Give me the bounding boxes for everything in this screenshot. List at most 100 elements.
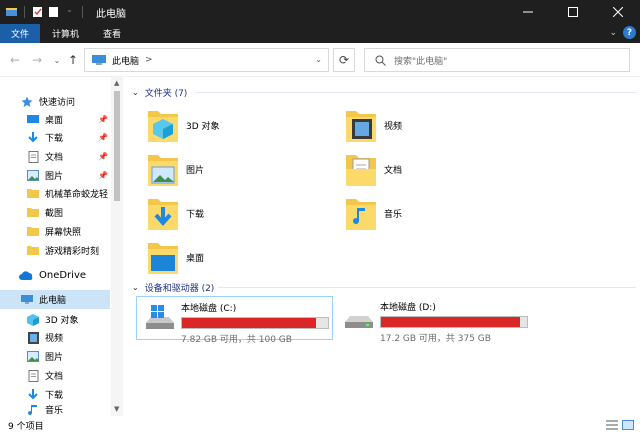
picture-icon: [146, 149, 180, 189]
navigation-bar: ← → ⌄ ↑ 此电脑 > ⌄ ⟳ 搜索"此电脑": [0, 43, 640, 77]
pin-icon[interactable]: 📌: [98, 171, 108, 180]
content-pane: ⌄ 文件夹 (7) 3D 对象 视频 图片 文档 下载 音乐 桌面 ⌄ 设备和驱…: [126, 77, 640, 416]
sidebar-item-documents[interactable]: 文档 📌: [0, 147, 110, 166]
sidebar-item-downloads-pc[interactable]: 下载: [0, 385, 110, 404]
sidebar-item-label: 文档: [45, 153, 64, 163]
cloud-icon: [19, 270, 33, 282]
sidebar-item-this-pc[interactable]: 此电脑: [0, 290, 110, 309]
sidebar-item-quick-access[interactable]: 快速访问: [0, 92, 110, 111]
window-controls: [505, 0, 640, 24]
window-title: 此电脑: [96, 8, 126, 20]
folder-label: 图片: [186, 165, 205, 176]
collapse-chevron-icon[interactable]: ⌄: [132, 283, 139, 292]
folder-videos[interactable]: 视频: [344, 105, 402, 145]
title-bar: ⁼ 此电脑: [0, 0, 640, 24]
quick-access-toolbar: ⁼: [0, 6, 86, 18]
scroll-down-icon[interactable]: ▼: [114, 405, 119, 413]
address-dropdown-icon[interactable]: ⌄: [315, 55, 322, 64]
download-icon: [146, 193, 180, 233]
breadcrumb-chevron-icon[interactable]: >: [145, 55, 153, 65]
folder-label: 视频: [384, 121, 403, 132]
music-icon: [27, 404, 39, 416]
recent-locations-chevron-icon[interactable]: ⌄: [50, 53, 64, 67]
sidebar-item-pictures-pc[interactable]: 图片: [0, 347, 110, 366]
details-view-icon[interactable]: [606, 419, 618, 431]
navigation-pane: 快速访问 桌面 📌 下载 📌 文档 📌 图片 📌 机械革命蛟龙轻 截图 屏幕快照…: [0, 77, 124, 416]
sidebar-item-folder-mechrevo[interactable]: 机械革命蛟龙轻: [0, 184, 110, 203]
pin-icon[interactable]: 📌: [98, 152, 108, 161]
explorer-app-icon[interactable]: [5, 6, 18, 18]
sidebar-item-onedrive[interactable]: OneDrive: [0, 266, 110, 285]
breadcrumb[interactable]: 此电脑: [112, 54, 139, 67]
pin-icon[interactable]: 📌: [98, 115, 108, 124]
customize-toolbar-icon[interactable]: ⁼: [63, 6, 76, 18]
status-bar: 9 个项目: [0, 416, 640, 435]
sidebar-item-folder-screen-snaps[interactable]: 屏幕快照: [0, 222, 110, 241]
expand-ribbon-icon[interactable]: ⌄: [609, 28, 617, 38]
sidebar-item-folder-game-highlights[interactable]: 游戏精彩时刻: [0, 241, 110, 260]
sidebar-item-3d-objects[interactable]: 3D 对象: [0, 310, 110, 329]
collapse-chevron-icon[interactable]: ⌄: [132, 88, 139, 97]
drive-d[interactable]: 本地磁盘 (D:) 17.2 GB 可用，共 375 GB: [336, 296, 536, 344]
drives-group-header[interactable]: ⌄ 设备和驱动器 (2): [132, 281, 214, 294]
drive-c[interactable]: 本地磁盘 (C:) 7.82 GB 可用，共 100 GB: [136, 296, 333, 345]
video-icon: [27, 331, 39, 344]
sidebar-scroll-thumb[interactable]: [114, 91, 120, 201]
sidebar-item-label: 此电脑: [39, 296, 67, 306]
folders-group-header[interactable]: ⌄ 文件夹 (7): [132, 86, 187, 99]
folder-desktop[interactable]: 桌面: [146, 237, 204, 277]
sidebar-item-label: 快速访问: [39, 98, 76, 108]
folder-label: 音乐: [384, 209, 403, 220]
sidebar-item-music-pc[interactable]: 音乐: [0, 403, 110, 416]
pin-icon[interactable]: 📌: [98, 133, 108, 142]
forward-arrow-icon[interactable]: →: [30, 53, 44, 67]
sidebar-item-downloads[interactable]: 下载 📌: [0, 128, 110, 147]
folder-label: 文档: [384, 165, 403, 176]
group-divider: [196, 92, 636, 93]
group-label: 设备和驱动器 (2): [144, 284, 215, 294]
tab-file[interactable]: 文件: [0, 24, 40, 43]
sidebar-item-desktop[interactable]: 桌面 📌: [0, 110, 110, 129]
group-label: 文件夹 (7): [144, 89, 188, 99]
drive-usage-bar: [181, 317, 329, 329]
large-icons-view-icon[interactable]: [622, 419, 634, 431]
sidebar-item-folder-screenshots[interactable]: 截图: [0, 203, 110, 222]
computer-icon: [92, 55, 106, 65]
sidebar-item-label: 屏幕快照: [45, 228, 82, 238]
folder-music[interactable]: 音乐: [344, 193, 402, 233]
cube-icon: [27, 313, 39, 326]
maximize-button[interactable]: [550, 0, 595, 24]
close-button[interactable]: [595, 0, 640, 24]
back-arrow-icon[interactable]: ←: [8, 53, 22, 67]
sidebar-item-videos[interactable]: 视频: [0, 328, 110, 347]
computer-icon: [21, 294, 33, 306]
sidebar-item-label: 音乐: [45, 406, 64, 416]
address-bar[interactable]: 此电脑 > ⌄: [84, 48, 329, 72]
sidebar-item-pictures[interactable]: 图片 📌: [0, 166, 110, 185]
search-input[interactable]: 搜索"此电脑": [364, 48, 630, 72]
folder-documents[interactable]: 文档: [344, 149, 402, 189]
download-icon: [27, 388, 39, 401]
tab-computer[interactable]: 计算机: [40, 24, 91, 43]
new-folder-icon[interactable]: [47, 6, 60, 18]
sidebar-scrollbar[interactable]: ▲ ▼: [111, 77, 123, 416]
tab-view[interactable]: 查看: [91, 24, 133, 43]
properties-icon[interactable]: [31, 6, 44, 18]
sidebar-item-label: OneDrive: [39, 270, 87, 281]
sidebar-item-documents-pc[interactable]: 文档: [0, 366, 110, 385]
folder-3d-objects[interactable]: 3D 对象: [146, 105, 220, 145]
folder-downloads[interactable]: 下载: [146, 193, 204, 233]
sidebar-item-label: 截图: [45, 209, 64, 219]
refresh-button[interactable]: ⟳: [333, 48, 355, 72]
sidebar-item-label: 下载: [45, 391, 64, 401]
sidebar-item-label: 桌面: [45, 116, 64, 126]
scroll-up-icon[interactable]: ▲: [114, 79, 119, 87]
folder-pictures[interactable]: 图片: [146, 149, 204, 189]
minimize-button[interactable]: [505, 0, 550, 24]
help-icon[interactable]: ?: [623, 26, 636, 39]
folder-icon: [27, 188, 39, 200]
hard-drive-icon: [342, 302, 376, 332]
group-divider: [218, 287, 636, 288]
video-icon: [344, 105, 378, 145]
up-arrow-icon[interactable]: ↑: [66, 53, 80, 67]
